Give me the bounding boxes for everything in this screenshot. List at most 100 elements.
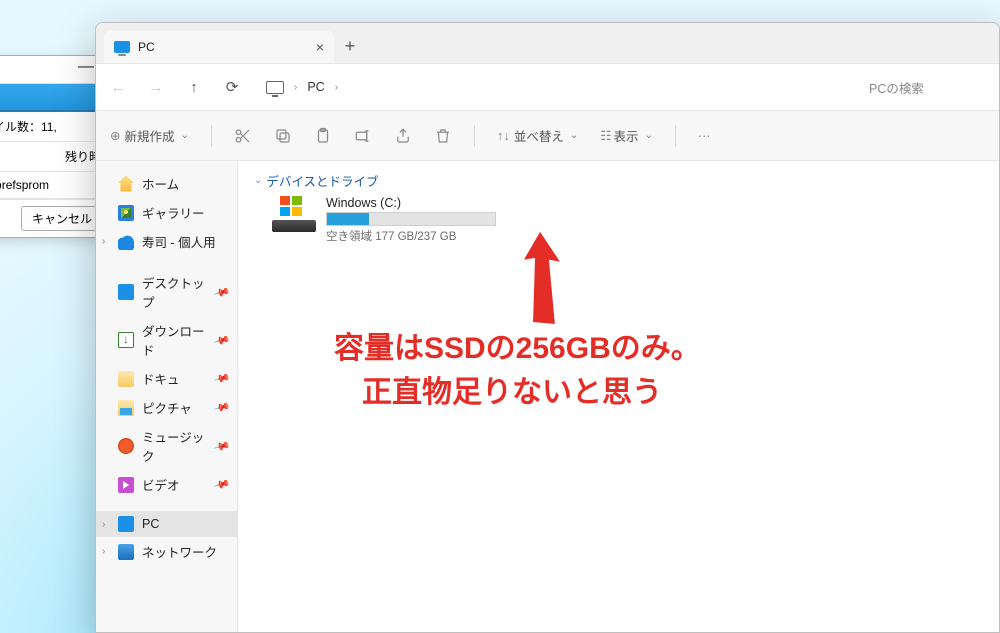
sidebar-item-documents[interactable]: ドキュ 📌 bbox=[96, 364, 237, 393]
paste-button[interactable] bbox=[314, 127, 332, 145]
sidebar-item-label: PC bbox=[142, 517, 159, 531]
pictures-icon bbox=[118, 400, 134, 416]
separator bbox=[675, 125, 676, 147]
pin-icon: 📌 bbox=[213, 283, 231, 301]
more-button[interactable]: ··· bbox=[698, 129, 711, 143]
sidebar-item-gallery[interactable]: ギャラリー bbox=[96, 198, 237, 227]
music-icon bbox=[118, 438, 134, 454]
chevron-down-icon: ⌄ bbox=[570, 130, 578, 141]
file-count-label: ファイル数：11, bbox=[0, 112, 109, 142]
tab-pc[interactable]: PC × bbox=[104, 31, 334, 63]
cut-button[interactable] bbox=[234, 127, 252, 145]
group-header-label: デバイスとドライブ bbox=[266, 171, 378, 190]
sidebar-item-onedrive[interactable]: › 寿司 - 個人用 bbox=[96, 227, 237, 256]
drive-free-space: 空き領域 177 GB/237 GB bbox=[326, 228, 496, 244]
sidebar-item-label: ホーム bbox=[142, 174, 179, 193]
sidebar-item-pc[interactable]: › PC bbox=[96, 511, 237, 537]
sidebar-item-pictures[interactable]: ピクチャ📌 bbox=[96, 393, 237, 422]
cancel-button[interactable]: キャンセル bbox=[21, 206, 103, 231]
rename-button[interactable] bbox=[354, 127, 372, 145]
network-icon bbox=[118, 544, 134, 560]
cloud-icon bbox=[118, 234, 134, 250]
tab-label: PC bbox=[138, 40, 155, 54]
share-icon bbox=[394, 127, 412, 145]
close-tab-button[interactable]: × bbox=[316, 39, 324, 55]
chevron-down-icon: ⌄ bbox=[254, 175, 262, 186]
annotation-line2: 正直物足りないと思う bbox=[362, 371, 701, 415]
sidebar-item-label: ドキュ bbox=[142, 369, 180, 388]
home-icon bbox=[118, 176, 134, 192]
share-button[interactable] bbox=[394, 127, 412, 145]
pc-icon bbox=[118, 516, 134, 532]
sidebar-item-label: ピクチャ bbox=[142, 398, 192, 417]
chevron-right-icon: › bbox=[294, 82, 297, 93]
annotation-overlay: 容量はSSDの256GBのみ。 正直物足りないと思う bbox=[334, 327, 701, 414]
pc-icon bbox=[114, 41, 130, 53]
remaining-label: 残り時 bbox=[0, 142, 109, 172]
chevron-down-icon: ⌄ bbox=[181, 130, 189, 141]
documents-icon bbox=[118, 371, 134, 387]
new-button[interactable]: ⊕ 新規作成 ⌄ bbox=[110, 126, 189, 145]
sort-button[interactable]: ↑↓ 並べ替え ⌄ bbox=[497, 126, 578, 145]
sidebar-item-downloads[interactable]: ダウンロード 📌 bbox=[96, 316, 237, 364]
desktop-icon bbox=[118, 284, 134, 300]
separator bbox=[211, 125, 212, 147]
search-input[interactable]: PCの検索 bbox=[867, 74, 987, 101]
new-button-label: 新規作成 bbox=[124, 126, 174, 145]
breadcrumb[interactable]: › PC › bbox=[266, 80, 338, 94]
forward-button[interactable]: → bbox=[146, 79, 166, 96]
refresh-button[interactable]: ⟳ bbox=[222, 78, 242, 96]
sidebar-item-label: 寿司 - 個人用 bbox=[142, 232, 216, 251]
drive-item-c[interactable]: Windows (C:) 空き領域 177 GB/237 GB bbox=[272, 196, 983, 244]
up-button[interactable]: ↑ bbox=[184, 79, 204, 96]
sidebar-item-label: デスクトップ bbox=[142, 273, 207, 311]
trash-icon bbox=[434, 127, 452, 145]
group-header-devices[interactable]: ⌄ デバイスとドライブ bbox=[254, 171, 983, 190]
download-icon bbox=[118, 332, 134, 348]
sort-label: 並べ替え bbox=[514, 126, 564, 145]
sidebar-item-label: ビデオ bbox=[142, 475, 180, 494]
chevron-right-icon: › bbox=[102, 519, 105, 530]
sidebar-item-desktop[interactable]: デスクトップ 📌 bbox=[96, 268, 237, 316]
view-icon: ☷ bbox=[600, 128, 609, 143]
video-icon bbox=[118, 477, 134, 493]
sidebar-item-music[interactable]: ミュージック📌 bbox=[96, 422, 237, 470]
command-bar: ⊕ 新規作成 ⌄ ↑↓ 並べ替え ⌄ ☷ 表示 bbox=[96, 111, 999, 161]
view-button[interactable]: ☷ 表示 ⌄ bbox=[600, 126, 653, 145]
sort-icon: ↑↓ bbox=[497, 128, 510, 143]
sidebar-item-label: ギャラリー bbox=[142, 203, 205, 222]
plus-icon: ⊕ bbox=[110, 128, 120, 143]
pin-icon: 📌 bbox=[213, 475, 231, 493]
sidebar-item-home[interactable]: ホーム bbox=[96, 169, 237, 198]
pin-icon: 📌 bbox=[213, 369, 231, 387]
drive-icon bbox=[272, 196, 316, 232]
address-bar: ← → ↑ ⟳ › PC › PCの検索 bbox=[96, 63, 999, 111]
gallery-icon bbox=[118, 205, 134, 221]
back-button[interactable]: ← bbox=[108, 79, 128, 96]
path-label: tion¥prefsprom bbox=[0, 172, 109, 199]
copy-icon bbox=[274, 127, 292, 145]
annotation-line1: 容量はSSDの256GBのみ。 bbox=[334, 327, 701, 371]
navigation-pane: ホーム ギャラリー › 寿司 - 個人用 デスクトップ 📌 ダウンロード 📌 ドキュ 📌… bbox=[96, 161, 238, 632]
chevron-right-icon: › bbox=[335, 82, 338, 93]
delete-button[interactable] bbox=[434, 127, 452, 145]
clipboard-icon bbox=[314, 127, 332, 145]
breadcrumb-segment[interactable]: PC bbox=[307, 80, 324, 94]
dialog-blue-header bbox=[0, 84, 109, 112]
sidebar-item-network[interactable]: › ネットワーク bbox=[96, 537, 237, 566]
pin-icon: 📌 bbox=[213, 331, 231, 349]
sidebar-item-label: ダウンロード bbox=[142, 321, 207, 359]
chevron-down-icon: ⌄ bbox=[645, 130, 653, 141]
rename-icon bbox=[354, 127, 372, 145]
tab-strip: PC × + bbox=[96, 23, 999, 63]
scissors-icon bbox=[234, 127, 252, 145]
background-dialog: belCE — ファイル数：11, 残り時 tion¥prefsprom キャン… bbox=[0, 55, 110, 238]
copy-button[interactable] bbox=[274, 127, 292, 145]
drive-usage-bar bbox=[326, 212, 496, 226]
sidebar-item-label: ネットワーク bbox=[142, 542, 217, 561]
chevron-right-icon: › bbox=[102, 546, 105, 557]
sidebar-item-videos[interactable]: ビデオ 📌 bbox=[96, 470, 237, 499]
new-tab-button[interactable]: + bbox=[334, 36, 366, 63]
chevron-right-icon: › bbox=[102, 236, 105, 247]
pin-icon: 📌 bbox=[213, 437, 231, 455]
